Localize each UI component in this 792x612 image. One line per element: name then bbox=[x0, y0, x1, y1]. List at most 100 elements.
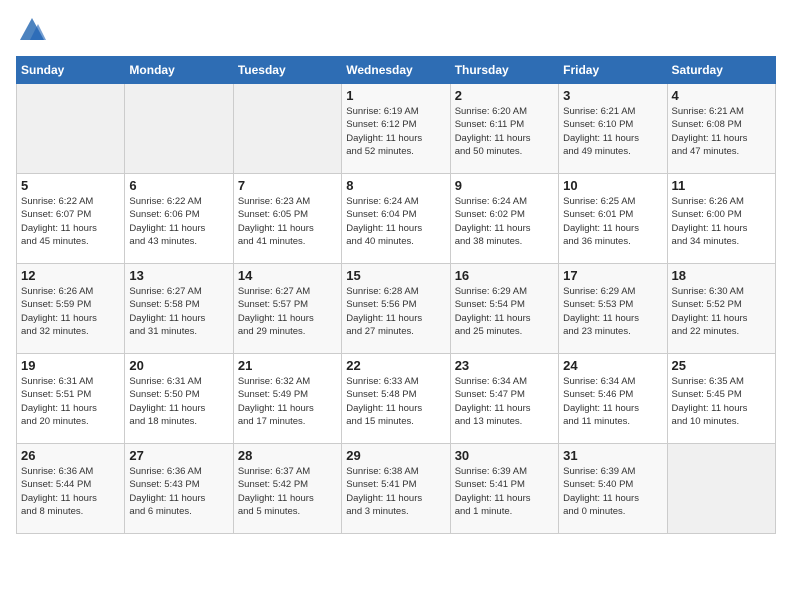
logo-icon bbox=[18, 16, 46, 44]
column-header-friday: Friday bbox=[559, 57, 667, 84]
day-number: 26 bbox=[21, 448, 120, 463]
logo bbox=[16, 16, 46, 44]
day-info: Sunrise: 6:37 AM bbox=[238, 465, 337, 478]
calendar-cell: 2Sunrise: 6:20 AMSunset: 6:11 PMDaylight… bbox=[450, 84, 558, 174]
day-info: Sunrise: 6:31 AM bbox=[129, 375, 228, 388]
day-info: Daylight: 11 hours bbox=[21, 222, 120, 235]
calendar-week-row: 19Sunrise: 6:31 AMSunset: 5:51 PMDayligh… bbox=[17, 354, 776, 444]
column-header-wednesday: Wednesday bbox=[342, 57, 450, 84]
column-header-saturday: Saturday bbox=[667, 57, 775, 84]
day-info: Sunrise: 6:34 AM bbox=[563, 375, 662, 388]
day-info: and 23 minutes. bbox=[563, 325, 662, 338]
day-info: Sunrise: 6:29 AM bbox=[455, 285, 554, 298]
day-info: Daylight: 11 hours bbox=[672, 222, 771, 235]
day-info: and 27 minutes. bbox=[346, 325, 445, 338]
day-info: Sunset: 5:56 PM bbox=[346, 298, 445, 311]
day-info: Sunrise: 6:34 AM bbox=[455, 375, 554, 388]
day-number: 18 bbox=[672, 268, 771, 283]
day-info: Daylight: 11 hours bbox=[563, 492, 662, 505]
calendar-cell: 8Sunrise: 6:24 AMSunset: 6:04 PMDaylight… bbox=[342, 174, 450, 264]
day-info: Sunrise: 6:26 AM bbox=[672, 195, 771, 208]
day-info: Sunset: 5:58 PM bbox=[129, 298, 228, 311]
day-info: Sunrise: 6:21 AM bbox=[563, 105, 662, 118]
column-header-tuesday: Tuesday bbox=[233, 57, 341, 84]
day-number: 9 bbox=[455, 178, 554, 193]
day-number: 8 bbox=[346, 178, 445, 193]
day-info: Sunrise: 6:28 AM bbox=[346, 285, 445, 298]
calendar-cell: 27Sunrise: 6:36 AMSunset: 5:43 PMDayligh… bbox=[125, 444, 233, 534]
day-number: 22 bbox=[346, 358, 445, 373]
day-number: 31 bbox=[563, 448, 662, 463]
day-info: Sunset: 5:47 PM bbox=[455, 388, 554, 401]
day-info: Daylight: 11 hours bbox=[563, 132, 662, 145]
calendar-cell: 6Sunrise: 6:22 AMSunset: 6:06 PMDaylight… bbox=[125, 174, 233, 264]
calendar-cell: 15Sunrise: 6:28 AMSunset: 5:56 PMDayligh… bbox=[342, 264, 450, 354]
calendar-cell: 20Sunrise: 6:31 AMSunset: 5:50 PMDayligh… bbox=[125, 354, 233, 444]
day-number: 11 bbox=[672, 178, 771, 193]
day-info: Sunrise: 6:33 AM bbox=[346, 375, 445, 388]
calendar-cell: 9Sunrise: 6:24 AMSunset: 6:02 PMDaylight… bbox=[450, 174, 558, 264]
day-info: Sunrise: 6:36 AM bbox=[21, 465, 120, 478]
day-number: 23 bbox=[455, 358, 554, 373]
calendar-cell: 31Sunrise: 6:39 AMSunset: 5:40 PMDayligh… bbox=[559, 444, 667, 534]
day-info: Sunset: 5:48 PM bbox=[346, 388, 445, 401]
day-info: Daylight: 11 hours bbox=[21, 492, 120, 505]
day-info: Sunrise: 6:30 AM bbox=[672, 285, 771, 298]
calendar-cell: 28Sunrise: 6:37 AMSunset: 5:42 PMDayligh… bbox=[233, 444, 341, 534]
day-info: Daylight: 11 hours bbox=[129, 222, 228, 235]
day-info: Daylight: 11 hours bbox=[238, 492, 337, 505]
calendar-cell: 5Sunrise: 6:22 AMSunset: 6:07 PMDaylight… bbox=[17, 174, 125, 264]
day-info: Sunset: 5:41 PM bbox=[455, 478, 554, 491]
calendar-cell: 19Sunrise: 6:31 AMSunset: 5:51 PMDayligh… bbox=[17, 354, 125, 444]
day-info: Sunset: 5:42 PM bbox=[238, 478, 337, 491]
day-info: and 15 minutes. bbox=[346, 415, 445, 428]
day-info: Sunset: 6:05 PM bbox=[238, 208, 337, 221]
day-number: 15 bbox=[346, 268, 445, 283]
column-header-monday: Monday bbox=[125, 57, 233, 84]
day-info: Daylight: 11 hours bbox=[455, 402, 554, 415]
calendar-cell: 25Sunrise: 6:35 AMSunset: 5:45 PMDayligh… bbox=[667, 354, 775, 444]
day-info: and 18 minutes. bbox=[129, 415, 228, 428]
calendar-cell: 23 Sunrise: 6:34 AMSunset: 5:47 PMDayligh… bbox=[450, 354, 558, 444]
day-info: Sunset: 6:08 PM bbox=[672, 118, 771, 131]
day-number: 29 bbox=[346, 448, 445, 463]
day-info: Daylight: 11 hours bbox=[672, 312, 771, 325]
calendar-cell: 22Sunrise: 6:33 AMSunset: 5:48 PMDayligh… bbox=[342, 354, 450, 444]
day-info: Sunrise: 6:31 AM bbox=[21, 375, 120, 388]
day-info: Daylight: 11 hours bbox=[21, 312, 120, 325]
day-info: and 25 minutes. bbox=[455, 325, 554, 338]
day-info: Sunset: 5:51 PM bbox=[21, 388, 120, 401]
calendar-cell: 29Sunrise: 6:38 AMSunset: 5:41 PMDayligh… bbox=[342, 444, 450, 534]
day-info: Sunset: 5:59 PM bbox=[21, 298, 120, 311]
day-info: Sunrise: 6:29 AM bbox=[563, 285, 662, 298]
day-info: and 47 minutes. bbox=[672, 145, 771, 158]
day-number: 16 bbox=[455, 268, 554, 283]
day-info: Sunset: 5:57 PM bbox=[238, 298, 337, 311]
day-info: Daylight: 11 hours bbox=[238, 312, 337, 325]
day-info: Sunrise: 6:38 AM bbox=[346, 465, 445, 478]
day-info: Sunset: 5:54 PM bbox=[455, 298, 554, 311]
calendar-cell: 17Sunrise: 6:29 AMSunset: 5:53 PMDayligh… bbox=[559, 264, 667, 354]
day-info: Sunrise: 6:35 AM bbox=[672, 375, 771, 388]
day-info: and 38 minutes. bbox=[455, 235, 554, 248]
day-number: 30 bbox=[455, 448, 554, 463]
day-number: 27 bbox=[129, 448, 228, 463]
calendar-cell: 10Sunrise: 6:25 AMSunset: 6:01 PMDayligh… bbox=[559, 174, 667, 264]
day-info: Sunrise: 6:25 AM bbox=[563, 195, 662, 208]
calendar-cell bbox=[233, 84, 341, 174]
day-info: Sunrise: 6:32 AM bbox=[238, 375, 337, 388]
day-info: and 22 minutes. bbox=[672, 325, 771, 338]
day-number: 5 bbox=[21, 178, 120, 193]
day-info: Daylight: 11 hours bbox=[21, 402, 120, 415]
day-info: Sunset: 5:45 PM bbox=[672, 388, 771, 401]
day-info: Daylight: 11 hours bbox=[672, 132, 771, 145]
calendar-cell: 26Sunrise: 6:36 AMSunset: 5:44 PMDayligh… bbox=[17, 444, 125, 534]
calendar-cell: 14Sunrise: 6:27 AMSunset: 5:57 PMDayligh… bbox=[233, 264, 341, 354]
day-number: 1 bbox=[346, 88, 445, 103]
day-info: and 3 minutes. bbox=[346, 505, 445, 518]
day-number: 2 bbox=[455, 88, 554, 103]
day-info: Sunset: 5:49 PM bbox=[238, 388, 337, 401]
day-info: Daylight: 11 hours bbox=[346, 492, 445, 505]
day-number: 20 bbox=[129, 358, 228, 373]
day-info: and 20 minutes. bbox=[21, 415, 120, 428]
